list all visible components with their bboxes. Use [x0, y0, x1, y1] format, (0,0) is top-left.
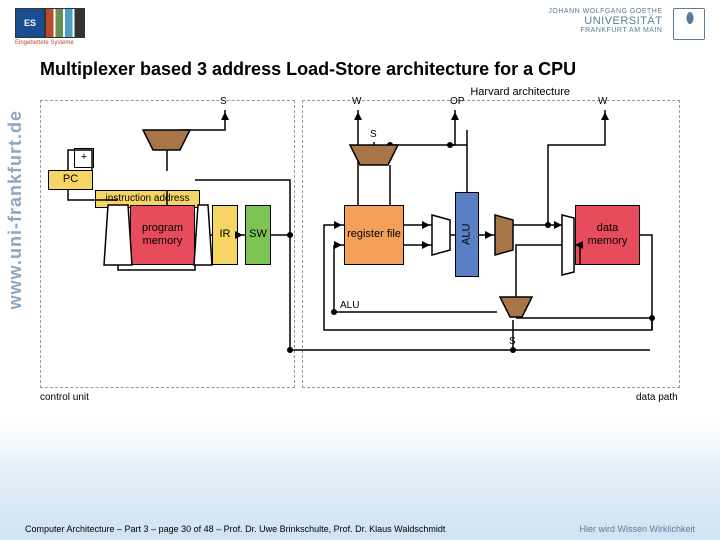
- university-seal-icon: [673, 8, 705, 40]
- logo-right: JOHANN WOLFGANG GOETHE UNIVERSITÄT FRANK…: [548, 8, 705, 40]
- footer-left: Computer Architecture – Part 3 – page 30…: [25, 524, 445, 534]
- logo-left: ES Eingebettete Systeme: [15, 8, 85, 46]
- city-text: FRANKFURT AM MAIN: [548, 27, 662, 34]
- background-wave: [0, 420, 720, 540]
- mux-shapes: [40, 90, 680, 400]
- header: ES Eingebettete Systeme JOHANN WOLFGANG …: [0, 0, 720, 54]
- es-logo-icon: ES: [15, 8, 45, 38]
- slide-title: Multiplexer based 3 address Load-Store a…: [0, 54, 720, 90]
- university-text: UNIVERSITÄT: [548, 15, 662, 27]
- logo-subtitle: Eingebettete Systeme: [15, 40, 85, 46]
- footer-right: Hier wird Wissen Wirklichkeit: [579, 524, 695, 534]
- footer: Computer Architecture – Part 3 – page 30…: [0, 524, 720, 534]
- goethe-text: JOHANN WOLFGANG GOETHE: [548, 8, 662, 15]
- architecture-diagram: Harvard architecture: [40, 90, 690, 430]
- sidebar-url: www.uni-frankfurt.de: [5, 110, 26, 309]
- logo-bars-icon: [45, 8, 85, 38]
